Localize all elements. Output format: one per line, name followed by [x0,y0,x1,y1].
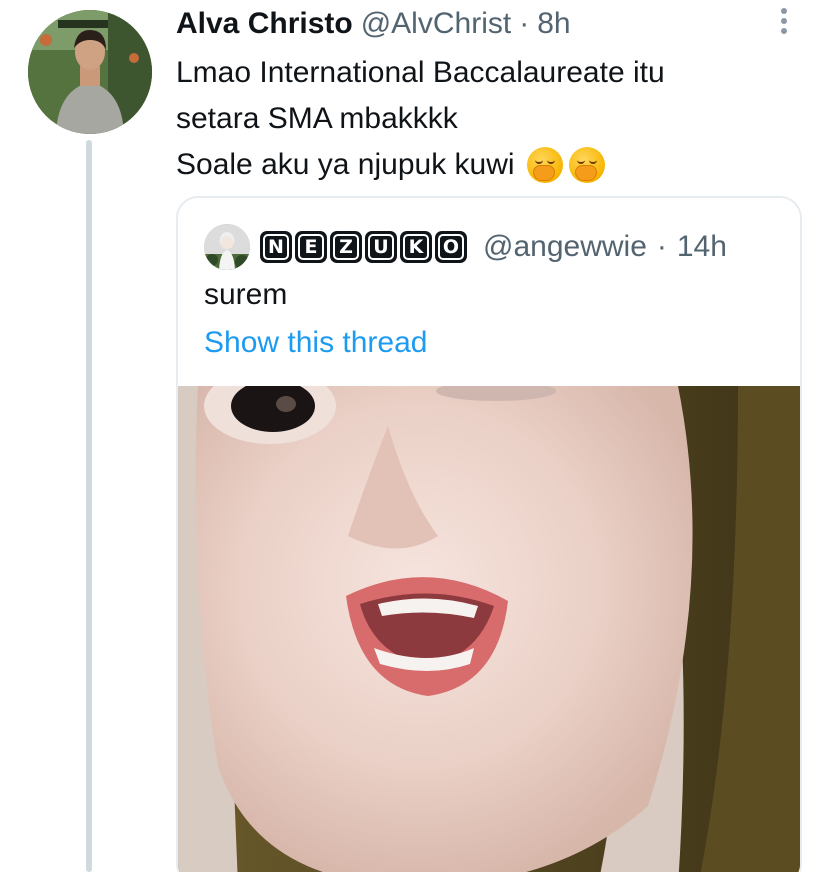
thread-line [86,140,92,872]
tweet[interactable]: Alva Christo @AlvChrist · 8h Lmao Intern… [0,0,830,872]
quoted-tweet[interactable]: N E Z U K O @angewwie · 14h surem Show t… [176,196,802,872]
avatar-photo [28,10,152,134]
quoted-text: surem [204,278,288,311]
hand-over-mouth-emoji-icon [568,147,605,183]
tweet-header: Alva Christo @AlvChrist · 8h [176,4,571,44]
name-letter-badge: U [365,231,397,263]
tweet-text-line: Soale aku ya njupuk kuwi [176,148,515,181]
author-name[interactable]: Alva Christo [176,7,353,41]
quoted-time[interactable]: 14h [677,230,727,264]
video-frame-image [178,386,800,872]
show-thread-link[interactable]: Show this thread [204,326,427,360]
tweet-time[interactable]: 8h [537,7,570,41]
name-letter-badge: Z [330,231,362,263]
tweet-text-line: setara SMA mbakkkk [176,102,458,135]
video-thumbnail[interactable] [178,386,800,872]
quoted-tweet-header: N E Z U K O @angewwie · 14h [204,224,727,270]
quoted-handle[interactable]: @angewwie [483,230,647,264]
display-name-badges[interactable]: N E Z U K O [260,231,467,263]
hand-over-mouth-emoji-icon [526,147,563,183]
name-letter-badge: N [260,231,292,263]
tweet-text-line-last: Soale aku ya njupuk kuwi [176,142,796,188]
author-handle[interactable]: @AlvChrist [361,7,511,41]
tweet-text: Lmao International Baccalaureate itu set… [176,50,796,188]
tweet-text-line: Lmao International Baccalaureate itu [176,56,665,89]
separator-dot: · [656,230,667,263]
name-letter-badge: E [295,231,327,263]
avatar[interactable] [28,10,152,134]
name-letter-badge: K [400,231,432,263]
quoted-avatar-photo [204,224,250,270]
more-vertical-icon[interactable] [776,6,792,36]
quoted-avatar[interactable] [204,224,250,270]
separator-dot: · [519,7,530,40]
name-letter-badge: O [435,231,467,263]
